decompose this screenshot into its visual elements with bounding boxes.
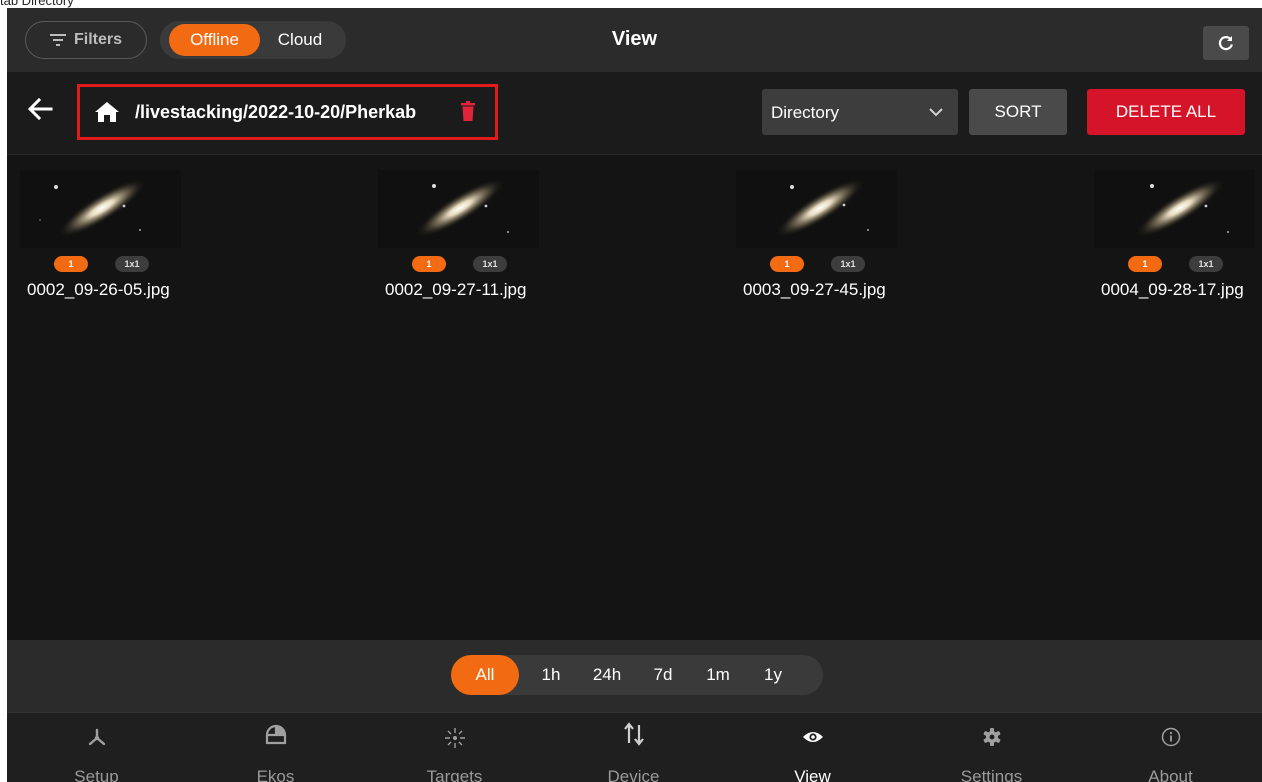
file-item[interactable]: 1 1x1 0002_09-27-11.jpg — [378, 170, 548, 310]
targets-icon — [444, 728, 465, 748]
path-bar: /livestacking/2022-10-20/Pherkab Directo… — [7, 72, 1262, 155]
info-icon — [1161, 727, 1180, 747]
sort-field-value: Directory — [771, 103, 840, 122]
setup-icon — [88, 728, 105, 746]
file-name: 0002_09-26-05.jpg — [27, 280, 170, 299]
nav-label: Targets — [426, 767, 483, 782]
galaxy-thumbnail[interactable] — [736, 170, 897, 248]
trash-icon[interactable] — [461, 101, 475, 121]
frame-count-badge: 1 — [770, 256, 804, 272]
file-item[interactable]: 1 1x1 0002_09-26-05.jpg — [20, 170, 190, 310]
nav-settings[interactable]: Settings — [902, 713, 1081, 782]
file-item[interactable]: 1 1x1 0004_09-28-17.jpg — [1094, 170, 1262, 310]
current-path: /livestacking/2022-10-20/Pherkab — [135, 102, 417, 122]
galaxy-thumbnail[interactable] — [378, 170, 539, 248]
nav-ekos[interactable]: Ekos — [186, 713, 365, 782]
chevron-down-icon — [929, 108, 943, 117]
gear-icon — [983, 728, 1000, 746]
time-filter-7d[interactable]: 7d — [641, 655, 685, 695]
file-name: 0002_09-27-11.jpg — [385, 280, 527, 299]
galaxy-thumbnail[interactable] — [20, 170, 181, 248]
nav-targets[interactable]: Targets — [365, 713, 544, 782]
binning-badge: 1x1 — [473, 256, 507, 272]
file-name: 0003_09-27-45.jpg — [743, 280, 886, 299]
home-icon[interactable] — [94, 101, 120, 123]
frame-count-badge: 1 — [1128, 256, 1162, 272]
nav-label: Device — [607, 767, 660, 782]
sort-field-select[interactable]: Directory — [762, 89, 958, 135]
page-title: View — [611, 28, 658, 50]
device-icon — [623, 722, 644, 746]
time-range-selector: All 1h 24h 7d 1m 1y — [451, 655, 823, 695]
nav-label: About — [1148, 767, 1193, 782]
file-name: 0004_09-28-17.jpg — [1101, 280, 1244, 299]
nav-label: View — [794, 767, 831, 782]
nav-view[interactable]: View — [723, 713, 902, 782]
time-filter-1m[interactable]: 1m — [693, 655, 743, 695]
nav-about[interactable]: About — [1081, 713, 1260, 782]
nav-label: Ekos — [256, 767, 295, 782]
refresh-icon — [1218, 36, 1233, 51]
nav-label: Settings — [960, 767, 1023, 782]
file-item[interactable]: 1 1x1 0003_09-27-45.jpg — [736, 170, 906, 310]
ekos-icon — [265, 724, 286, 745]
time-filter-all[interactable]: All — [451, 655, 519, 695]
binning-badge: 1x1 — [1189, 256, 1223, 272]
frame-count-badge: 1 — [54, 256, 88, 272]
galaxy-thumbnail[interactable] — [1094, 170, 1255, 248]
delete-all-button[interactable]: DELETE ALL — [1087, 89, 1245, 135]
app-window: Filters Offline Cloud View /livestacking… — [7, 8, 1262, 782]
eye-icon — [802, 732, 823, 742]
bottom-navigation: Setup Ekos Targets Device View Settings … — [7, 712, 1262, 782]
binning-badge: 1x1 — [831, 256, 865, 272]
nav-device[interactable]: Device — [544, 713, 723, 782]
refresh-button[interactable] — [1203, 26, 1249, 60]
time-filter-1h[interactable]: 1h — [529, 655, 573, 695]
sort-button[interactable]: SORT — [969, 89, 1067, 135]
frame-count-badge: 1 — [412, 256, 446, 272]
time-filter-24h[interactable]: 24h — [581, 655, 633, 695]
time-filter-bar: All 1h 24h 7d 1m 1y — [7, 640, 1262, 712]
binning-badge: 1x1 — [115, 256, 149, 272]
top-clipped-label: tab Directory — [0, 0, 74, 8]
nav-setup[interactable]: Setup — [7, 713, 186, 782]
nav-label: Setup — [74, 767, 119, 782]
header-bar: Filters Offline Cloud View — [7, 8, 1262, 72]
time-filter-1y[interactable]: 1y — [751, 655, 795, 695]
back-arrow-icon[interactable] — [27, 98, 53, 120]
